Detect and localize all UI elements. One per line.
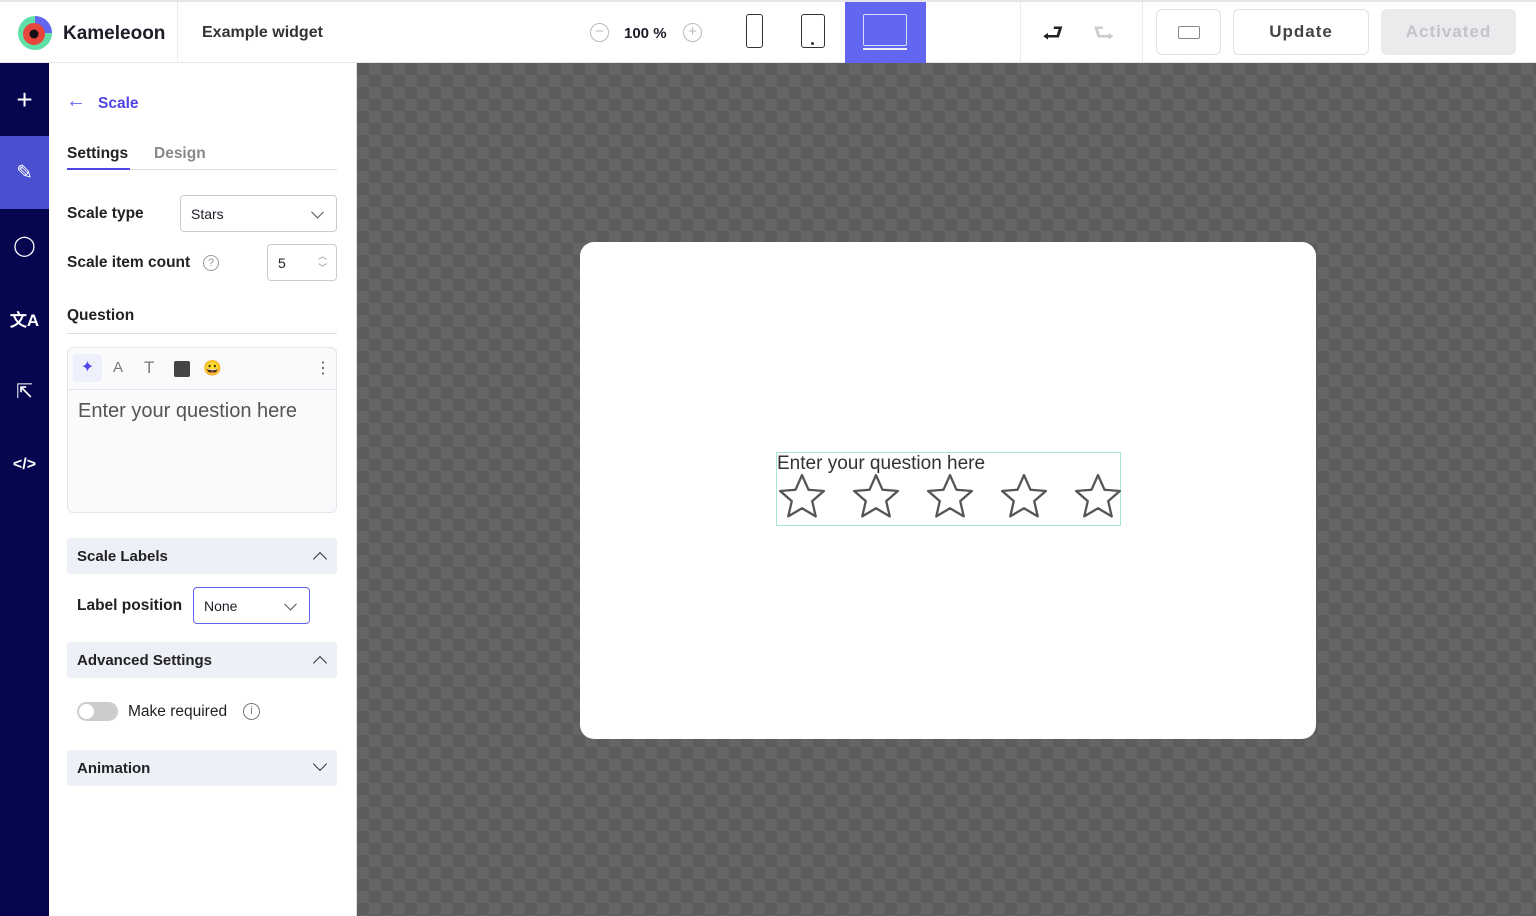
add-icon[interactable]: + — [0, 63, 49, 136]
font-icon[interactable]: A — [113, 359, 123, 376]
chevron-down-icon — [284, 597, 297, 611]
question-text-input[interactable]: Enter your question here — [68, 390, 336, 433]
scale-item-count-label: Scale item count — [67, 254, 191, 271]
undo-icon[interactable]: ⮐ — [1042, 16, 1064, 57]
brand-name: Kameleoon — [63, 23, 166, 44]
activated-button[interactable]: Activated — [1381, 9, 1516, 55]
redo-icon[interactable]: ⮑ — [1093, 16, 1115, 57]
zoom-out-button[interactable]: − — [590, 23, 609, 42]
chevron-up-icon — [312, 551, 328, 567]
make-required-label: Make required — [128, 703, 228, 720]
label-position-value: None — [204, 597, 238, 614]
chevron-down-icon — [312, 756, 328, 772]
tablet-device-button[interactable] — [792, 2, 836, 63]
question-label: Question — [67, 307, 135, 324]
tab-design[interactable]: Design — [154, 145, 206, 163]
top-bar: Kameleoon Example widget − 100 % + ⮐ ⮑ U… — [0, 0, 1536, 63]
cursor-click-icon[interactable]: ⇱ — [0, 355, 49, 428]
question-editor[interactable]: ✦ A T 😀 ⋮ Enter your question here — [67, 347, 337, 513]
desktop-device-button[interactable] — [845, 2, 926, 63]
scale-type-select[interactable]: Stars — [180, 195, 337, 232]
scale-item-count-stepper[interactable]: 5 ︿ ﹀ — [267, 244, 337, 281]
emoji-icon[interactable]: 😀 — [203, 359, 222, 377]
make-required-toggle[interactable] — [77, 702, 118, 721]
mobile-icon — [746, 14, 763, 48]
edit-pencil-icon[interactable]: ✎ — [0, 136, 49, 209]
star-icon[interactable] — [777, 473, 827, 526]
info-icon[interactable]: i — [243, 703, 260, 720]
back-arrow-icon[interactable]: ← — [66, 90, 86, 113]
star-icon[interactable] — [851, 473, 901, 526]
item-count-value: 5 — [278, 254, 286, 271]
text-size-icon[interactable]: T — [144, 358, 154, 378]
color-swatch-icon[interactable] — [174, 361, 190, 377]
stepper-arrows-icon[interactable]: ︿ ﹀ — [318, 250, 327, 274]
settings-panel: ← Scale Settings Design Scale type Stars… — [49, 63, 357, 916]
preview-canvas: Enter your question here — [357, 63, 1536, 916]
help-icon[interactable]: ? — [203, 255, 219, 271]
preview-question: Enter your question here — [777, 453, 986, 474]
zoom-in-button[interactable]: + — [683, 23, 702, 42]
more-options-icon[interactable]: ⋮ — [315, 358, 331, 378]
scale-type-value: Stars — [191, 205, 224, 222]
section-title: Scale Labels — [77, 547, 168, 565]
star-icon[interactable] — [999, 473, 1049, 526]
chevron-down-icon — [311, 205, 324, 219]
star-icon[interactable] — [925, 473, 975, 526]
section-title: Animation — [77, 759, 151, 777]
advanced-settings-section[interactable]: Advanced Settings — [67, 642, 337, 678]
chevron-up-icon — [312, 655, 328, 671]
star-icon[interactable] — [1073, 473, 1123, 526]
translate-icon[interactable]: 文A — [0, 282, 49, 355]
shapes-icon[interactable]: ◯ — [0, 209, 49, 282]
mobile-device-button[interactable] — [735, 2, 775, 63]
tab-settings[interactable]: Settings — [67, 145, 128, 163]
desktop-icon — [863, 14, 907, 46]
kameleoon-logo — [18, 16, 52, 50]
scale-labels-section[interactable]: Scale Labels — [67, 538, 337, 574]
scale-widget[interactable]: Enter your question here — [776, 452, 1123, 526]
update-button[interactable]: Update — [1233, 9, 1369, 55]
label-position-label: Label position — [77, 597, 183, 614]
code-icon[interactable]: </> — [0, 428, 49, 501]
widget-card: Enter your question here — [580, 242, 1316, 739]
left-rail: + ✎ ◯ 文A ⇱ </> — [0, 63, 49, 916]
record-video-button[interactable] — [1156, 9, 1221, 55]
widget-name[interactable]: Example widget — [202, 24, 323, 42]
scale-type-label: Scale type — [67, 205, 144, 222]
section-title: Advanced Settings — [77, 651, 213, 669]
video-icon — [1177, 25, 1200, 39]
tablet-icon — [801, 14, 825, 48]
label-position-select[interactable]: None — [193, 587, 310, 624]
star-row — [777, 473, 1123, 526]
ai-sparkle-icon[interactable]: ✦ — [73, 354, 102, 382]
zoom-level: 100 % — [624, 25, 667, 42]
editor-toolbar: ✦ A T 😀 ⋮ — [68, 348, 336, 390]
back-link[interactable]: Scale — [98, 95, 139, 113]
animation-section[interactable]: Animation — [67, 750, 337, 786]
